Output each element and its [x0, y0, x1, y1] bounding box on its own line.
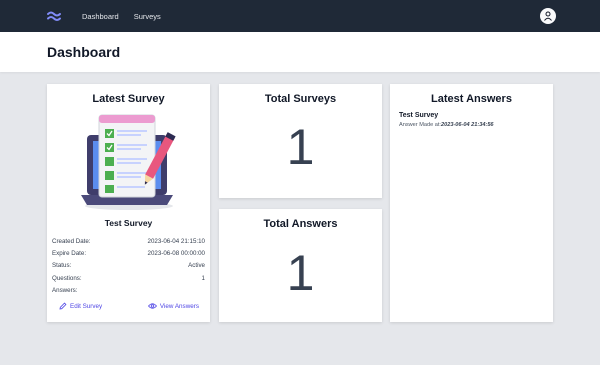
answer-list: Test Survey Answer Made at:2023-06-04 21… — [399, 112, 553, 128]
latest-answers-card: Latest Answers Test Survey Answer Made a… — [390, 84, 553, 322]
detail-row-questions: Questions: 1 — [52, 272, 205, 284]
total-answers-card: Total Answers 1 — [219, 209, 382, 322]
detail-label: Questions: — [52, 274, 82, 282]
survey-details: Created Date: 2023-06-04 21:15:10 Expire… — [52, 235, 205, 296]
list-item[interactable]: Test Survey Answer Made at:2023-06-04 21… — [399, 112, 553, 128]
survey-actions: Edit Survey View Answers — [59, 302, 199, 310]
latest-survey-card: Latest Survey Test Survey Created Date: … — [47, 84, 210, 322]
detail-row-status: Status: Active — [52, 260, 205, 272]
top-navbar: Dashboard Surveys — [0, 0, 600, 32]
page-title: Dashboard — [47, 44, 121, 60]
latest-answers-title: Latest Answers — [431, 93, 512, 105]
detail-row-created: Created Date: 2023-06-04 21:15:10 — [52, 235, 205, 247]
latest-survey-name: Test Survey — [104, 218, 153, 228]
latest-survey-title: Latest Survey — [92, 93, 165, 105]
answer-survey-title: Test Survey — [399, 112, 439, 119]
detail-value: 2023-06-04 21:15:10 — [147, 237, 205, 245]
edit-survey-link[interactable]: Edit Survey — [59, 302, 102, 310]
logo-icon[interactable] — [46, 8, 62, 24]
user-icon — [544, 11, 552, 21]
total-surveys-card: Total Surveys 1 — [219, 84, 382, 198]
eye-icon — [147, 303, 157, 310]
total-answers-title: Total Answers — [263, 218, 338, 230]
edit-survey-label: Edit Survey — [70, 302, 103, 310]
detail-label: Answers: — [52, 286, 78, 294]
total-answers-value: 1 — [286, 245, 315, 301]
nav-link-surveys[interactable]: Surveys — [134, 12, 161, 21]
view-answers-link[interactable]: View Answers — [147, 302, 199, 310]
pencil-icon — [59, 303, 67, 310]
page-header: Dashboard — [0, 32, 600, 72]
view-answers-label: View Answers — [159, 302, 199, 310]
dashboard-grid: Latest Survey Test Survey Created Date: … — [0, 72, 600, 365]
total-surveys-value: 1 — [286, 119, 315, 175]
total-surveys-title: Total Surveys — [264, 93, 337, 105]
detail-value: 1 — [201, 274, 205, 282]
survey-illustration-icon — [80, 114, 176, 210]
detail-label: Expire Date: — [52, 249, 87, 257]
user-menu-button[interactable] — [540, 8, 556, 24]
detail-label: Created Date: — [52, 237, 91, 245]
detail-row-answers: Answers: — [52, 284, 205, 296]
detail-label: Status: — [52, 262, 72, 270]
answer-prefix: Answer Made at: — [399, 122, 441, 128]
answer-date: 2023-06-04 21:34:56 — [440, 122, 494, 128]
detail-value: Active — [188, 262, 205, 270]
detail-value: 2023-06-08 00:00:00 — [147, 249, 205, 257]
nav-link-dashboard[interactable]: Dashboard — [82, 12, 119, 21]
answer-meta: Answer Made at:2023-06-04 21:34:56 — [399, 122, 553, 128]
detail-row-expire: Expire Date: 2023-06-08 00:00:00 — [52, 247, 205, 259]
